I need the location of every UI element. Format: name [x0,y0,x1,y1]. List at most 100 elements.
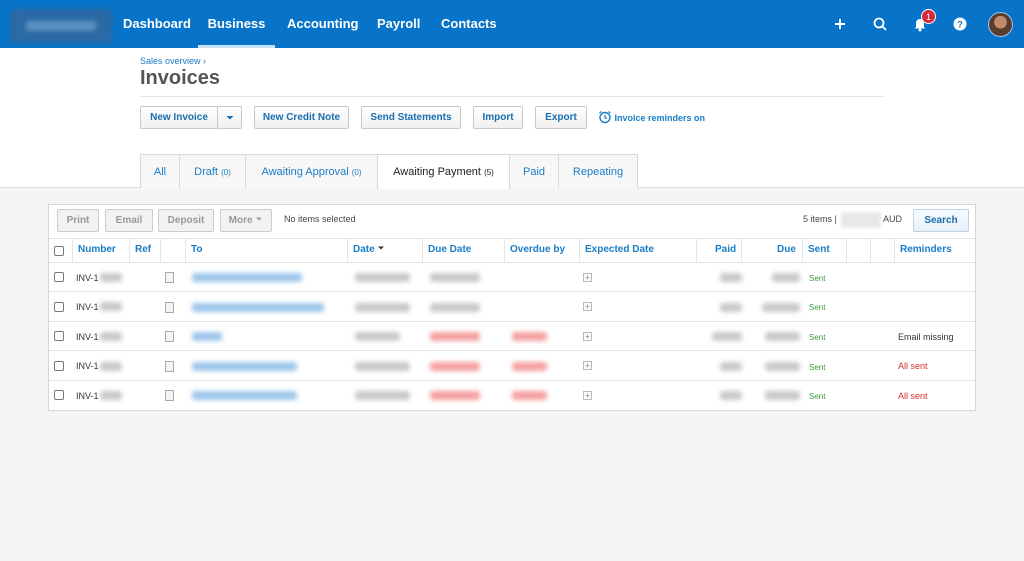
column-reminders[interactable]: Reminders [900,244,952,255]
tab-awaiting-approval-count: (0) [351,168,362,177]
new-invoice-dropdown-button[interactable] [217,106,242,129]
tab-draft-label: Draft [194,166,218,178]
top-nav: Dashboard Business Accounting Payroll Co… [0,0,1024,48]
invoice-reminders-link[interactable]: Invoice reminders on [598,110,705,124]
add-expected-date-icon[interactable]: + [583,273,592,282]
nav-accounting[interactable]: Accounting [287,0,359,48]
nav-business[interactable]: Business [198,0,275,48]
redacted-paid [712,332,742,341]
deposit-button[interactable]: Deposit [158,209,214,232]
table-row[interactable] [49,293,975,322]
invoice-number[interactable]: INV-1 [76,302,99,312]
currency-label: AUD [883,214,903,224]
help-icon[interactable]: ? [950,14,970,34]
caret-down-icon [256,217,263,221]
new-credit-note-button[interactable]: New Credit Note [254,106,349,129]
column-divider [802,239,803,263]
nav-contacts[interactable]: Contacts [441,0,497,48]
page-title: Invoices [140,67,221,89]
new-invoice-button[interactable]: New Invoice [140,106,218,129]
reminder-status: All sent [898,391,928,401]
redacted-date [355,332,400,341]
select-all-checkbox[interactable] [54,246,64,256]
organisation-switcher[interactable] [10,9,112,43]
redacted-due-date [430,303,480,312]
column-divider [160,239,161,263]
column-due-date[interactable]: Due Date [428,244,471,255]
invoice-reminders-label: Invoice reminders on [614,113,706,123]
tab-awaiting-approval[interactable]: Awaiting Approval (0) [245,154,378,188]
redacted-date [355,303,410,312]
user-avatar[interactable] [988,12,1013,37]
tab-repeating[interactable]: Repeating [558,154,638,188]
search-icon[interactable] [870,14,890,34]
redacted-contact[interactable] [192,362,297,371]
column-divider [504,239,505,263]
add-expected-date-icon[interactable]: + [583,332,592,341]
redacted-contact[interactable] [192,273,302,282]
redacted-due [772,273,800,282]
invoice-number[interactable]: INV-1 [76,391,99,401]
add-expected-date-icon[interactable]: + [583,302,592,311]
invoice-number[interactable]: INV-1 [76,361,99,371]
nav-payroll[interactable]: Payroll [377,0,420,48]
column-ref[interactable]: Ref [135,244,151,255]
row-checkbox[interactable] [54,361,64,371]
add-expected-date-icon[interactable]: + [583,391,592,400]
import-button[interactable]: Import [473,106,523,129]
redacted-contact[interactable] [192,303,324,312]
column-due[interactable]: Due [777,244,796,255]
row-checkbox[interactable] [54,331,64,341]
invoice-number[interactable]: INV-1 [76,273,99,283]
column-date[interactable]: Date [353,244,385,255]
redacted-overdue [512,362,547,371]
table-row[interactable] [49,263,975,292]
reminder-status: Email missing [898,332,954,342]
column-paid[interactable]: Paid [715,244,736,255]
row-checkbox[interactable] [54,390,64,400]
search-button[interactable]: Search [913,209,969,232]
redacted-paid [720,391,742,400]
document-icon [165,390,174,401]
email-button[interactable]: Email [105,209,153,232]
row-checkbox[interactable] [54,302,64,312]
caret-down-icon [226,116,233,120]
total-amount-redacted [841,212,881,228]
tab-draft[interactable]: Draft (0) [179,154,246,188]
tab-paid-label: Paid [522,166,546,178]
redacted-contact[interactable] [192,332,222,341]
more-button[interactable]: More [220,209,272,232]
items-count-label: 5 items [803,214,833,224]
column-divider [696,239,697,263]
document-icon [165,272,174,283]
column-divider [579,239,580,263]
export-button[interactable]: Export [535,106,587,129]
breadcrumb-separator: › [203,56,207,66]
redacted-contact[interactable] [192,391,297,400]
redacted-overdue [512,332,547,341]
items-count: 5 items | [803,214,837,224]
add-expected-date-icon[interactable]: + [583,361,592,370]
tab-awaiting-payment[interactable]: Awaiting Payment (5) [377,154,510,189]
column-divider [894,239,895,263]
add-icon[interactable] [830,14,850,34]
column-divider [422,239,423,263]
invoice-number[interactable]: INV-1 [76,332,99,342]
redacted-number [100,362,122,371]
tab-all[interactable]: All [140,154,180,188]
nav-dashboard[interactable]: Dashboard [123,0,191,48]
column-expected-date[interactable]: Expected Date [585,244,654,255]
print-button[interactable]: Print [57,209,99,232]
column-overdue-by[interactable]: Overdue by [510,244,565,255]
column-to[interactable]: To [191,244,202,255]
redacted-number [100,332,122,341]
redacted-paid [720,303,742,312]
send-statements-button[interactable]: Send Statements [361,106,461,129]
column-sent[interactable]: Sent [808,244,830,255]
row-checkbox[interactable] [54,272,64,282]
tab-paid[interactable]: Paid [509,154,559,188]
column-number[interactable]: Number [78,244,116,255]
column-divider [347,239,348,263]
breadcrumb-sales-overview[interactable]: Sales overview [140,56,201,66]
column-divider [870,239,871,263]
